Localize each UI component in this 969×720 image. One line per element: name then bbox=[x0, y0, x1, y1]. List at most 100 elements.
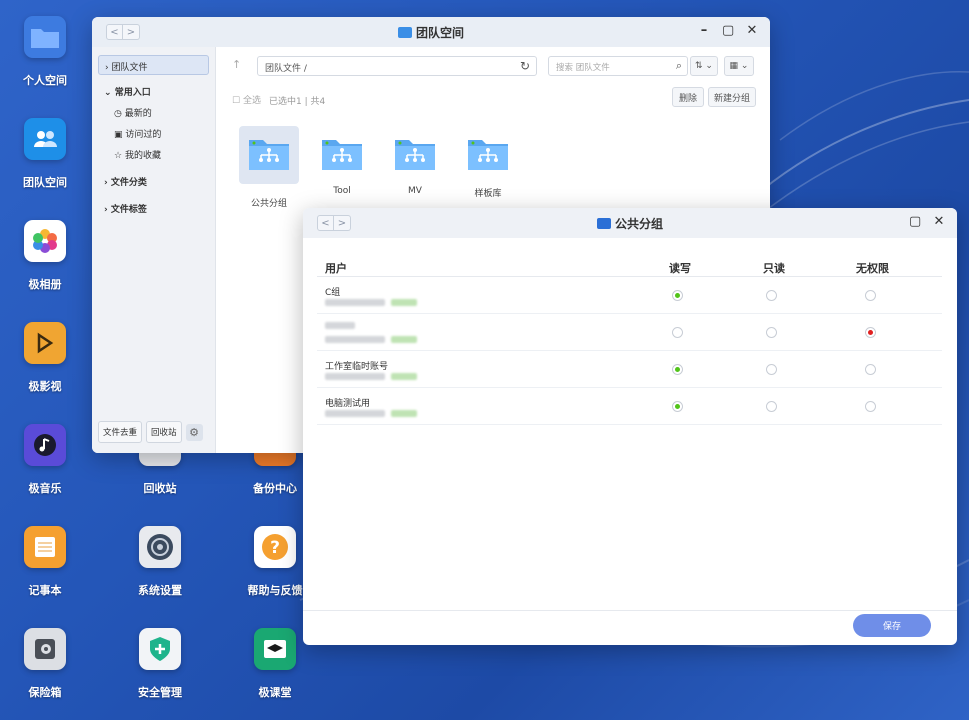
folder-item[interactable]: 样板库 bbox=[458, 136, 518, 199]
radio-read-write[interactable] bbox=[672, 290, 683, 301]
table-row: 电脑测试用 bbox=[317, 388, 942, 425]
team-folder-icon bbox=[397, 27, 412, 38]
folder-item[interactable]: 公共分组 bbox=[239, 126, 299, 209]
desktop-icon-music[interactable]: 极音乐 bbox=[5, 424, 85, 514]
close-icon[interactable]: ✕ bbox=[746, 23, 758, 38]
radio-no-access[interactable] bbox=[865, 290, 876, 301]
sidebar-section-tags[interactable]: › 文件标签 bbox=[98, 202, 209, 215]
maximize-icon[interactable]: ▢ bbox=[722, 23, 734, 38]
sidebar-footer: 文件去重 回收站 ⚙ bbox=[98, 421, 203, 443]
notepad-icon bbox=[24, 526, 66, 568]
path-bar[interactable]: 团队文件 / ↻ bbox=[257, 56, 537, 76]
sidebar-section-label: 文件分类 bbox=[110, 178, 147, 188]
folder-tree-icon bbox=[247, 136, 291, 174]
chevron-down-icon: ⌄ bbox=[104, 88, 112, 98]
desktop-icon-safe[interactable]: 保险箱 bbox=[5, 628, 85, 718]
redacted-tag bbox=[391, 336, 417, 343]
column-header-user: 用户 bbox=[325, 262, 347, 275]
classroom-icon bbox=[254, 628, 296, 670]
dedupe-button[interactable]: 文件去重 bbox=[98, 421, 143, 443]
folder-tree-icon bbox=[393, 136, 437, 174]
photos-icon bbox=[24, 220, 66, 262]
radio-read-only[interactable] bbox=[766, 401, 777, 412]
window-titlebar[interactable]: < > 公共分组 ▢ ✕ bbox=[303, 208, 957, 238]
select-all-checkbox[interactable]: ☐ 全选 bbox=[232, 93, 261, 106]
new-group-button[interactable]: 新建分组 bbox=[708, 87, 756, 107]
chevron-right-icon: › bbox=[105, 63, 109, 73]
chevron-right-icon: › bbox=[104, 205, 108, 215]
up-arrow-icon[interactable]: ↑ bbox=[232, 58, 241, 71]
path-text: 团队文件 / bbox=[265, 64, 307, 74]
folder-name: 样板库 bbox=[474, 189, 502, 199]
history-icon: ▣ bbox=[114, 130, 123, 140]
sidebar-item-label: 访问过的 bbox=[125, 130, 162, 140]
window-title-text: 团队空间 bbox=[415, 26, 464, 40]
desktop-icon-label: 极课堂 bbox=[258, 686, 292, 699]
user-name: C组 bbox=[325, 288, 341, 298]
radio-no-access[interactable] bbox=[865, 401, 876, 412]
folder-tree-icon bbox=[320, 136, 364, 174]
sidebar-section-common[interactable]: ⌄ 常用入口 bbox=[98, 85, 209, 98]
window-titlebar[interactable]: < > 团队空间 – ▢ ✕ bbox=[92, 17, 770, 47]
table-row bbox=[317, 314, 942, 351]
radio-read-only[interactable] bbox=[766, 290, 777, 301]
radio-no-access[interactable] bbox=[865, 364, 876, 375]
folder-item[interactable]: MV bbox=[385, 136, 445, 196]
sidebar-item-favorites[interactable]: ☆ 我的收藏 bbox=[98, 148, 209, 161]
desktop-icon-notepad[interactable]: 记事本 bbox=[5, 526, 85, 616]
desktop-icon-settings[interactable]: 系统设置 bbox=[120, 526, 200, 616]
desktop-icon-security[interactable]: 安全管理 bbox=[120, 628, 200, 718]
recycle-bin-button[interactable]: 回收站 bbox=[146, 421, 182, 443]
sidebar-section-label: 常用入口 bbox=[114, 88, 151, 98]
safe-icon bbox=[24, 628, 66, 670]
sidebar-item-team-files[interactable]: › 团队文件 bbox=[98, 55, 209, 75]
checkbox-icon: ☐ bbox=[232, 96, 241, 106]
close-icon[interactable]: ✕ bbox=[933, 214, 945, 229]
desktop-icon-label: 回收站 bbox=[143, 482, 177, 495]
desktop-icon-label: 保险箱 bbox=[28, 686, 62, 699]
save-button[interactable]: 保存 bbox=[853, 614, 931, 637]
delete-button[interactable]: 删除 bbox=[672, 87, 704, 107]
desktop-icon-photos[interactable]: 极相册 bbox=[5, 220, 85, 310]
gear-icon[interactable]: ⚙ bbox=[185, 423, 203, 441]
star-icon: ☆ bbox=[114, 151, 123, 161]
radio-read-only[interactable] bbox=[766, 364, 777, 375]
view-mode-button[interactable]: ▦ ⌄ bbox=[724, 56, 754, 76]
desktop-icon-label: 安全管理 bbox=[138, 686, 182, 699]
folder-name: MV bbox=[408, 186, 422, 196]
desktop-icon-personal[interactable]: 个人空间 bbox=[5, 16, 85, 106]
redacted-text bbox=[325, 336, 385, 343]
folder-item[interactable]: Tool bbox=[312, 136, 372, 196]
redacted-text bbox=[325, 322, 355, 329]
svg-text:?: ? bbox=[270, 538, 280, 558]
desktop-icon-team[interactable]: 团队空间 bbox=[5, 118, 85, 208]
sidebar-item-visited[interactable]: ▣ 访问过的 bbox=[98, 127, 209, 140]
sidebar-item-label: 最新的 bbox=[124, 109, 152, 119]
sort-button[interactable]: ⇅ ⌄ bbox=[690, 56, 718, 76]
grid-view-icon: ▦ ⌄ bbox=[729, 61, 749, 71]
refresh-icon[interactable]: ↻ bbox=[520, 59, 530, 73]
desktop-icon-video[interactable]: 极影视 bbox=[5, 322, 85, 412]
radio-read-write[interactable] bbox=[672, 327, 683, 338]
team-folder-icon bbox=[24, 118, 66, 160]
desktop-icon-label: 系统设置 bbox=[138, 584, 182, 597]
clock-icon: ◷ bbox=[114, 109, 122, 119]
search-input[interactable]: 搜索 团队文件 ⌕ bbox=[548, 56, 688, 76]
search-icon[interactable]: ⌕ bbox=[676, 59, 682, 73]
music-icon bbox=[24, 424, 66, 466]
footer-divider bbox=[303, 610, 957, 611]
video-icon bbox=[24, 322, 66, 364]
radio-read-write[interactable] bbox=[672, 364, 683, 375]
sidebar-item-recent[interactable]: ◷ 最新的 bbox=[98, 106, 209, 119]
sidebar-section-category[interactable]: › 文件分类 bbox=[98, 175, 209, 188]
redacted-tag bbox=[391, 410, 417, 417]
window-controls: – ▢ ✕ bbox=[698, 23, 758, 38]
table-row: C组 bbox=[317, 277, 942, 314]
radio-no-access[interactable] bbox=[865, 327, 876, 338]
radio-read-only[interactable] bbox=[766, 327, 777, 338]
minimize-icon[interactable]: – bbox=[698, 23, 710, 38]
redacted-text bbox=[325, 373, 385, 380]
radio-read-write[interactable] bbox=[672, 401, 683, 412]
window-title: 团队空间 bbox=[92, 24, 770, 41]
maximize-icon[interactable]: ▢ bbox=[909, 214, 921, 229]
